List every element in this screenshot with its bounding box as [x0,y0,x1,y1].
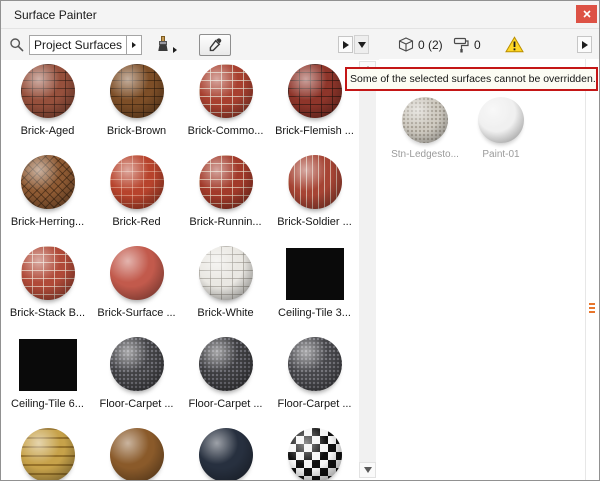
right-edge-strip [585,59,599,481]
selected-count: 0 (2) [418,38,443,52]
right-arrow-icon [132,42,136,48]
paint-brush-icon [156,36,170,53]
surface-thumbnail [21,428,75,481]
surface-label: Floor-Carpet ... [278,398,352,410]
close-icon [583,10,591,18]
paint-roller-icon [453,37,470,53]
selected-surface-label: Paint-01 [482,149,519,160]
scroll-track[interactable] [359,77,376,462]
surface-label: Brick-Herring... [11,216,84,228]
surface-tile[interactable]: Floor-Carpet ... [270,332,359,423]
grid-scrollbar[interactable] [359,61,376,478]
expand-left-panel-button[interactable] [338,36,353,53]
surface-label: Brick-Soldier ... [277,216,352,228]
surface-thumbnail [21,64,75,118]
close-button[interactable] [576,5,597,23]
surface-grid: Brick-Aged Brick-Brown Brick-Commo... Br… [3,59,359,481]
surface-thumbnail [199,64,253,118]
selected-surface-thumbnail [478,97,524,143]
surface-label: Brick-Flemish ... [275,125,354,137]
surface-tile[interactable] [3,423,92,481]
right-arrow-icon [343,41,349,49]
surface-tile[interactable]: Brick-Brown [92,59,181,150]
surface-label: Brick-Surface ... [97,307,175,319]
surface-thumbnail [21,246,75,300]
surface-tile[interactable]: Brick-Red [92,150,181,241]
surface-label: Brick-Brown [107,125,166,137]
surface-tile[interactable]: Ceiling-Tile 3... [270,241,359,332]
surface-label: Brick-Stack B... [10,307,85,319]
surface-label: Brick-Aged [21,125,75,137]
surface-thumbnail [21,155,75,209]
collapse-chevron-button[interactable] [354,35,369,54]
surface-thumbnail [110,428,164,481]
surface-thumbnail [288,155,342,209]
surface-label: Brick-Commo... [188,125,264,137]
surface-thumbnail [286,248,344,300]
down-arrow-icon [364,467,372,473]
selected-surfaces-count-group: 0 (2) [398,37,443,52]
override-warning-tooltip: Some of the selected surfaces cannot be … [345,67,598,91]
surface-thumbnail [19,339,77,391]
surface-tile[interactable]: Brick-Herring... [3,150,92,241]
eyedropper-icon [208,37,223,52]
pick-surface-button[interactable] [199,34,231,56]
surface-thumbnail [288,64,342,118]
surface-label: Ceiling-Tile 6... [11,398,84,410]
selected-surface-label: Stn-Ledgesto... [391,149,459,160]
search-icon [9,37,24,52]
toolbar: 0 (2) 0 [1,29,599,60]
panel-grip-handle[interactable] [589,303,595,313]
painted-count: 0 [474,38,481,52]
surface-tile[interactable]: Brick-Soldier ... [270,150,359,241]
search-scope-dropdown-button[interactable] [127,35,142,55]
surface-thumbnail [110,337,164,391]
surface-label: Floor-Carpet ... [189,398,263,410]
surface-tile[interactable]: Floor-Carpet ... [92,332,181,423]
surface-tile[interactable]: Brick-Surface ... [92,241,181,332]
surface-tile[interactable]: Brick-Runnin... [181,150,270,241]
surface-thumbnail [288,428,342,481]
package-icon [398,37,414,52]
surface-tile[interactable]: Brick-Commo... [181,59,270,150]
brush-dropdown-icon [173,47,177,53]
painted-surfaces-count-group: 0 [453,37,481,53]
expand-right-panel-button[interactable] [577,36,592,53]
surface-thumbnail [110,155,164,209]
surface-tile[interactable]: Floor-Carpet ... [181,332,270,423]
surface-label: Floor-Carpet ... [100,398,174,410]
surface-painter-window: Surface Painter [0,0,600,481]
surface-tile[interactable]: Ceiling-Tile 6... [3,332,92,423]
surface-tile[interactable]: Brick-Stack B... [3,241,92,332]
surface-thumbnail [199,155,253,209]
surface-tile[interactable]: Brick-White [181,241,270,332]
right-arrow-icon [582,41,588,49]
surface-tile[interactable]: Brick-Aged [3,59,92,150]
surface-label: Ceiling-Tile 3... [278,307,351,319]
selected-surface-thumbnail [402,97,448,143]
window-title: Surface Painter [14,8,97,22]
search-scope-input[interactable] [29,35,127,55]
selection-panel: Stn-Ledgesto... Paint-01 [379,59,587,480]
surface-thumbnail [199,337,253,391]
scroll-down-button[interactable] [359,462,376,478]
warning-icon[interactable] [505,36,524,53]
surface-label: Brick-Runnin... [189,216,261,228]
down-arrow-icon [358,42,366,48]
surface-thumbnail [110,64,164,118]
surface-tile[interactable] [270,423,359,481]
surface-tile[interactable] [181,423,270,481]
surface-tile[interactable] [92,423,181,481]
override-warning-text: Some of the selected surfaces cannot be … [350,73,596,85]
surface-thumbnail [288,337,342,391]
title-bar[interactable]: Surface Painter [1,1,599,29]
selected-surface-tile[interactable]: Stn-Ledgesto... [393,97,457,160]
surface-thumbnail [110,246,164,300]
surface-label: Brick-Red [112,216,160,228]
surface-thumbnail [199,246,253,300]
surface-label: Brick-White [197,307,253,319]
paint-surface-button[interactable] [156,36,177,53]
selected-surface-tile[interactable]: Paint-01 [469,97,533,160]
surface-thumbnail [199,428,253,481]
